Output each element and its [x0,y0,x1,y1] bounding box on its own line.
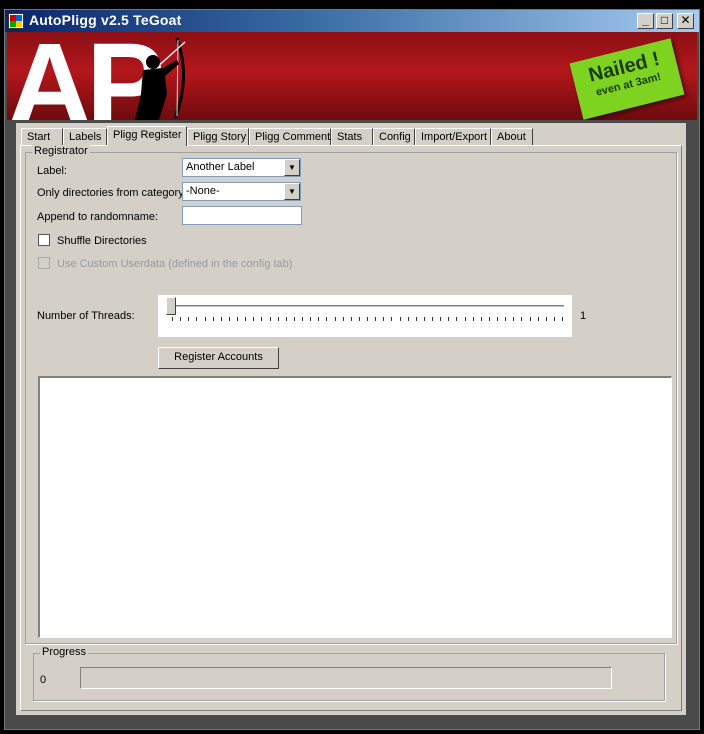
chevron-down-icon[interactable]: ▼ [284,159,300,176]
archer-silhouette-icon [135,37,186,120]
title-bar[interactable]: AutoPligg v2.5 TeGoat _ □ ✕ [5,10,699,32]
label-select[interactable]: Another Label ▼ [182,158,301,177]
minimize-button[interactable]: _ [637,13,654,29]
window-title: AutoPligg v2.5 TeGoat [29,12,182,28]
maximize-button[interactable]: □ [656,13,673,29]
shuffle-directories-label: Shuffle Directories [57,235,147,247]
tab-stats[interactable]: Stats [331,128,373,145]
custom-userdata-label: Use Custom Userdata (defined in the conf… [57,258,293,270]
threads-value: 1 [580,310,587,322]
app-window: AutoPligg v2.5 TeGoat _ □ ✕ AP Nailed ! … [4,9,700,730]
tab-import-export[interactable]: Import/Export [415,128,491,145]
client-area: Start Labels Pligg Register Pligg Story … [16,123,686,715]
log-textarea[interactable] [38,376,672,638]
label-caption: Label: [37,165,67,177]
tab-config[interactable]: Config [373,128,415,145]
shuffle-directories-checkbox[interactable] [38,234,50,246]
header-banner: AP Nailed ! even at 3am! [7,32,697,120]
category-caption: Only directories from category: [37,187,187,199]
slider-track [170,305,564,308]
append-caption: Append to randomname: [37,211,159,223]
append-randomname-input[interactable] [182,206,302,225]
pligg-register-panel: Registrator Label: Another Label ▼ Only … [20,145,682,711]
category-select-value: -None- [186,185,220,197]
slider-thumb[interactable] [166,297,176,315]
custom-userdata-checkbox[interactable] [38,257,50,269]
close-button[interactable]: ✕ [677,13,694,29]
tab-pligg-comment[interactable]: Pligg Comment [249,128,331,145]
progress-count: 0 [40,674,47,686]
tab-labels[interactable]: Labels [63,128,107,145]
category-select[interactable]: -None- ▼ [182,182,301,201]
chevron-down-icon[interactable]: ▼ [284,183,300,200]
progress-group: Progress 0 [33,646,665,701]
slider-ticks [172,317,563,321]
tab-pligg-story[interactable]: Pligg Story [187,128,249,145]
progress-bar [80,667,612,689]
app-icon[interactable] [8,13,24,29]
nailed-sticky-note: Nailed ! even at 3am! [569,38,685,120]
registrator-group-title: Registrator [32,145,90,157]
register-accounts-button[interactable]: Register Accounts [158,347,279,369]
tab-about[interactable]: About [491,128,533,145]
registrator-group: Registrator Label: Another Label ▼ Only … [25,145,677,644]
threads-caption: Number of Threads: [37,310,135,322]
progress-group-title: Progress [40,646,89,658]
tab-start[interactable]: Start [21,128,63,145]
tab-pligg-register[interactable]: Pligg Register [107,126,187,146]
label-select-value: Another Label [186,161,255,173]
threads-slider[interactable] [158,295,572,337]
